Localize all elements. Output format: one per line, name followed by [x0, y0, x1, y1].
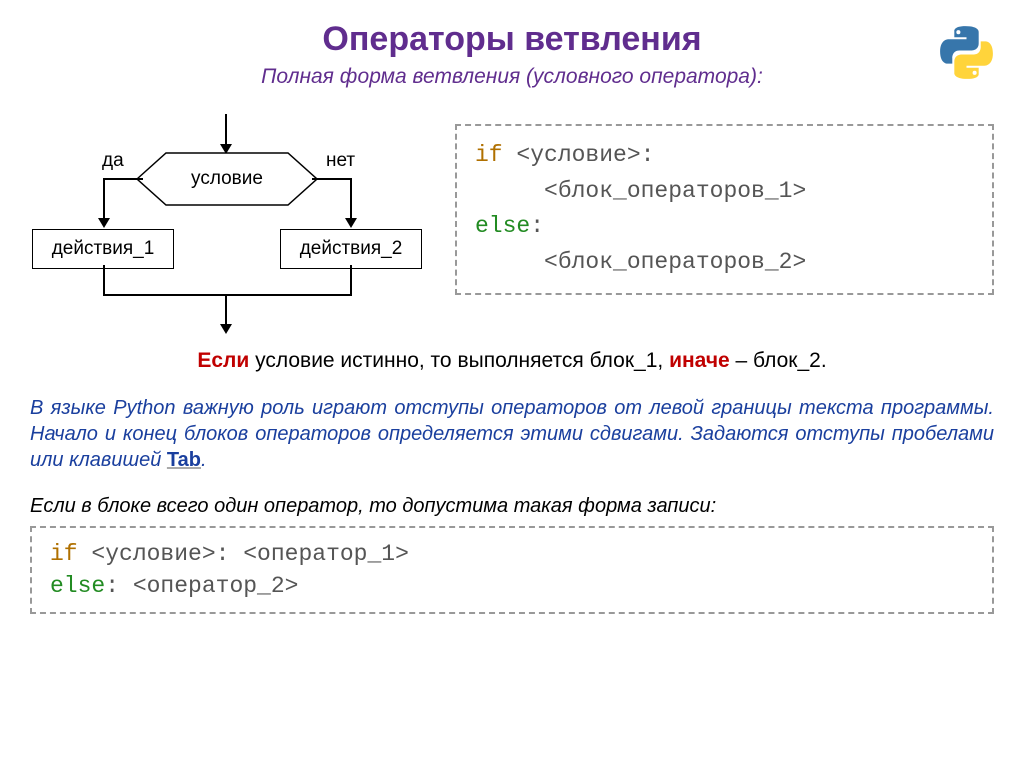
indent-paragraph: В языке Python важную роль играют отступ… — [30, 395, 994, 473]
explain-tail: – блок_2. — [730, 349, 827, 372]
explain-mid: условие истинно, то выполняется блок_1, — [249, 349, 669, 372]
no-label: нет — [326, 150, 355, 172]
subtitle: Полная форма ветвления (условного операт… — [30, 65, 994, 89]
explanation-text: Если условие истинно, то выполняется бло… — [30, 349, 994, 373]
code2-op1: <оператор_1> — [243, 541, 409, 567]
code-indent2 — [475, 249, 544, 275]
else-keyword2: else — [50, 573, 105, 599]
paragraph-post: . — [201, 449, 207, 471]
flowchart-diagram: условие да нет действия_1 действия_2 — [30, 114, 425, 334]
code-block-short: if <условие>: <оператор_1> else: <операт… — [30, 526, 994, 614]
code2-colon: : — [105, 573, 133, 599]
short-form-note: Если в блоке всего один оператор, то доп… — [30, 495, 994, 518]
tab-key: Tab — [167, 449, 201, 471]
action2-node: действия_2 — [280, 229, 422, 269]
code-block-full: if <условие>: <блок_операторов_1> else: … — [455, 124, 994, 295]
code2-cond: <условие>: — [78, 541, 244, 567]
else-keyword: else — [475, 213, 530, 239]
if-keyword2: if — [50, 541, 78, 567]
condition-node: условие — [136, 152, 318, 206]
yes-label: да — [102, 150, 124, 172]
python-logo-icon — [934, 20, 999, 85]
code-indent — [475, 178, 544, 204]
page-title: Операторы ветвления — [30, 20, 994, 59]
code-colon: : — [530, 213, 544, 239]
code2-op2: <оператор_2> — [133, 573, 299, 599]
code-block2: <блок_операторов_2> — [544, 249, 806, 275]
if-keyword: if — [475, 142, 503, 168]
else-word: иначе — [669, 349, 730, 372]
code-condition: <условие>: — [503, 142, 655, 168]
action1-node: действия_1 — [32, 229, 174, 269]
if-word: Если — [197, 349, 249, 372]
code-block1: <блок_операторов_1> — [544, 178, 806, 204]
